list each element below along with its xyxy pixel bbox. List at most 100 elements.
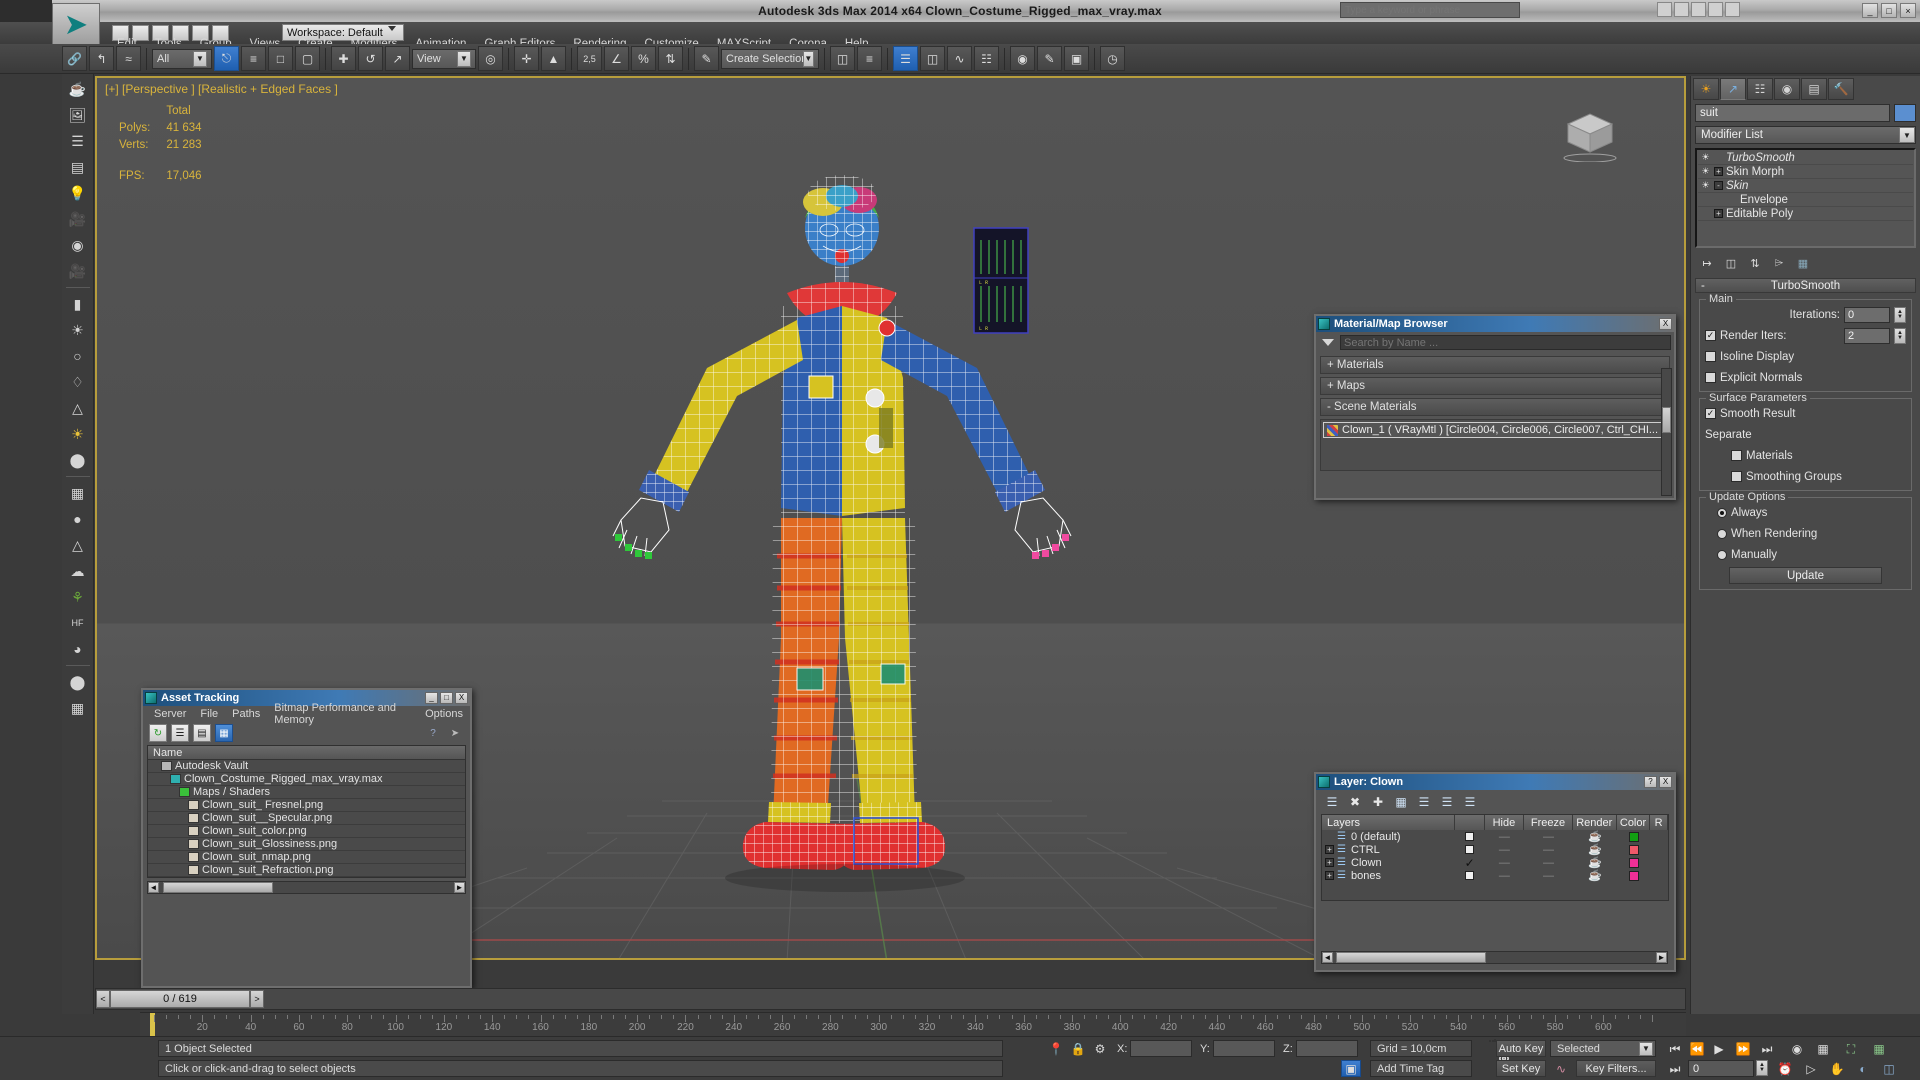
chevron-down-icon[interactable]: ▼ xyxy=(802,50,814,67)
modifier-list-dropdown[interactable]: Modifier List ▼ xyxy=(1695,126,1916,144)
window-crossing-icon[interactable]: ▢ xyxy=(295,46,320,71)
camera-icon[interactable]: 🎥 xyxy=(65,207,91,231)
col-color[interactable]: Color xyxy=(1617,815,1651,830)
keyword-search-input[interactable] xyxy=(1340,2,1520,18)
separate-materials-checkbox[interactable] xyxy=(1731,450,1742,461)
chevron-down-icon[interactable] xyxy=(1322,339,1334,346)
help-icon[interactable]: ? xyxy=(1644,776,1657,788)
scrollbar-thumb[interactable] xyxy=(1662,407,1671,433)
key-mode-select[interactable]: Selected ▼ xyxy=(1550,1040,1656,1057)
at-menu-bitmap-performance[interactable]: Bitmap Performance and Memory xyxy=(267,702,418,726)
material-presets-icon[interactable]: ▦ xyxy=(65,696,91,720)
close-icon[interactable]: X xyxy=(1659,776,1672,788)
layer-hide-cell[interactable]: — xyxy=(1485,843,1525,856)
angle-snap-icon[interactable]: ∠ xyxy=(604,46,629,71)
at-row[interactable]: Clown_suit_Refraction.png xyxy=(148,864,465,877)
col-hide[interactable]: Hide xyxy=(1485,815,1525,830)
viewport-label[interactable]: [+] [Perspective ] [Realistic + Edged Fa… xyxy=(105,82,338,96)
at-row[interactable]: Maps / Shaders xyxy=(148,786,465,799)
panel-list-icon[interactable]: ☰ xyxy=(65,129,91,153)
red-camera-icon[interactable]: 🎥 xyxy=(65,259,91,283)
layer-manager-dialog[interactable]: Layer: Clown ? X ☰ ✖ ✚ ▦ ☰ ☰ ☰ Layers Hi… xyxy=(1314,772,1676,972)
view-cube[interactable] xyxy=(1554,106,1624,162)
named-selection-set-input[interactable]: Create Selection Se ▼ xyxy=(721,48,819,69)
layer-hide-cell[interactable]: — xyxy=(1485,830,1525,843)
z-coordinate-field[interactable] xyxy=(1296,1040,1358,1057)
layer-row[interactable]: + ☰ bones — — ☕ xyxy=(1322,869,1668,882)
selection-filter-select[interactable]: All ▼ xyxy=(152,48,212,69)
edit-named-selection-icon[interactable]: ✎ xyxy=(694,46,719,71)
chevron-down-icon[interactable]: ▼ xyxy=(1639,1041,1653,1056)
key-mode-toggle-icon[interactable]: ◉ xyxy=(1788,1041,1806,1057)
cloud-icon[interactable]: ☁ xyxy=(65,559,91,583)
light-lister-icon[interactable]: 💡 xyxy=(65,181,91,205)
search-input[interactable] xyxy=(1340,335,1671,350)
layer-row[interactable]: + ☰ Clown ✓ — — ☕ xyxy=(1322,856,1668,870)
layer-color-cell[interactable] xyxy=(1617,869,1651,882)
mesh-dome-icon[interactable]: ♢ xyxy=(65,370,91,394)
material-editor-icon[interactable]: ◉ xyxy=(1010,46,1035,71)
layer-color-cell[interactable] xyxy=(1617,843,1651,856)
mirror-icon[interactable]: ▲ xyxy=(541,46,566,71)
object-name-input[interactable] xyxy=(1695,104,1890,122)
viewport-canvas-icon[interactable]: 🖼 xyxy=(65,103,91,127)
time-config-button-icon[interactable]: ⏰ xyxy=(1776,1061,1794,1077)
expand-icon[interactable]: + xyxy=(1325,858,1334,867)
separate-smoothing-groups-checkbox[interactable] xyxy=(1731,471,1742,482)
col-current[interactable] xyxy=(1455,815,1485,830)
field-of-view-icon[interactable]: ▷ xyxy=(1802,1061,1820,1077)
disc-light-icon[interactable]: ○ xyxy=(65,344,91,368)
pan-icon[interactable]: ✋ xyxy=(1828,1061,1846,1077)
y-coordinate-field[interactable] xyxy=(1213,1040,1275,1057)
show-end-result-icon[interactable]: ◫ xyxy=(1723,255,1739,271)
modify-tab[interactable]: ↗ xyxy=(1720,78,1746,100)
lock-selection-icon[interactable]: 🔒 xyxy=(1070,1041,1086,1057)
chevron-down-icon[interactable]: ▼ xyxy=(457,50,471,67)
at-menu-paths[interactable]: Paths xyxy=(225,708,267,720)
color-swatch[interactable] xyxy=(1628,870,1639,881)
color-swatch[interactable] xyxy=(1628,831,1639,842)
layer-row[interactable]: + ☰ CTRL — — ☕ xyxy=(1322,843,1668,856)
update-button[interactable]: Update xyxy=(1729,567,1882,584)
key-curve-icon[interactable]: ∿ xyxy=(1552,1060,1570,1077)
light-bulb-icon[interactable] xyxy=(1700,194,1711,205)
at-menu-options[interactable]: Options xyxy=(418,708,470,720)
close-button[interactable]: × xyxy=(1900,3,1916,18)
select-and-scale-icon[interactable]: ↗ xyxy=(385,46,410,71)
prev-frame-icon[interactable]: ⏪ xyxy=(1688,1041,1706,1057)
update-always-radio[interactable] xyxy=(1717,507,1727,518)
mmb-title-bar[interactable]: Material/Map Browser X xyxy=(1316,316,1674,332)
scroll-left-button[interactable]: ◄ xyxy=(148,882,159,893)
goto-start-icon[interactable]: ⏮ xyxy=(1666,1041,1684,1057)
rect-selection-region-icon[interactable]: □ xyxy=(268,46,293,71)
layer-table[interactable]: Layers Hide Freeze Render Color R ☰ 0 (de… xyxy=(1321,814,1669,901)
at-row[interactable]: Clown_suit_nmap.png xyxy=(148,851,465,864)
details-view-icon[interactable]: ▤ xyxy=(193,724,211,742)
smooth-result-checkbox[interactable]: ✓ xyxy=(1705,408,1716,419)
layer-render-cell[interactable]: ☕ xyxy=(1573,869,1617,882)
modifier-stack-row[interactable]: ☀ TurboSmooth xyxy=(1698,151,1913,165)
plane-light-icon[interactable]: ▮ xyxy=(65,292,91,316)
scroll-left-button[interactable]: ◄ xyxy=(1322,952,1333,963)
maxscript-mini-listener[interactable]: Testing for . xyxy=(60,1012,138,1036)
chevron-down-icon[interactable] xyxy=(388,26,396,31)
layer-name-cell[interactable]: + ☰ bones xyxy=(1322,869,1455,882)
fur-icon[interactable]: ◕ xyxy=(65,637,91,661)
asset-tracking-dialog[interactable]: Asset Tracking _ □ X Server File Paths B… xyxy=(141,688,472,988)
layer-current-cell[interactable] xyxy=(1455,843,1485,856)
color-swatch[interactable] xyxy=(1628,844,1639,855)
render-setup-icon[interactable]: ✎ xyxy=(1037,46,1062,71)
render-iters-spinner[interactable]: 2 xyxy=(1844,327,1890,344)
highlight-selected-icon[interactable]: ☰ xyxy=(1462,794,1478,810)
expand-icon[interactable]: + xyxy=(1714,167,1723,176)
teapot-icon[interactable]: ☕ xyxy=(65,77,91,101)
render-production-icon[interactable]: ◷ xyxy=(1100,46,1125,71)
render-iters-stepper[interactable]: ▲ ▼ xyxy=(1894,327,1906,344)
x-coordinate-field[interactable] xyxy=(1130,1040,1192,1057)
iterations-stepper[interactable]: ▲ ▼ xyxy=(1894,306,1906,323)
select-object-icon[interactable]: ⎋ xyxy=(214,46,239,71)
layer-radiosity-cell[interactable] xyxy=(1650,830,1668,843)
at-row[interactable]: Clown_suit_Glossiness.png xyxy=(148,838,465,851)
make-unique-icon[interactable]: ⇅ xyxy=(1747,255,1763,271)
update-when-rendering-radio[interactable] xyxy=(1717,528,1727,539)
